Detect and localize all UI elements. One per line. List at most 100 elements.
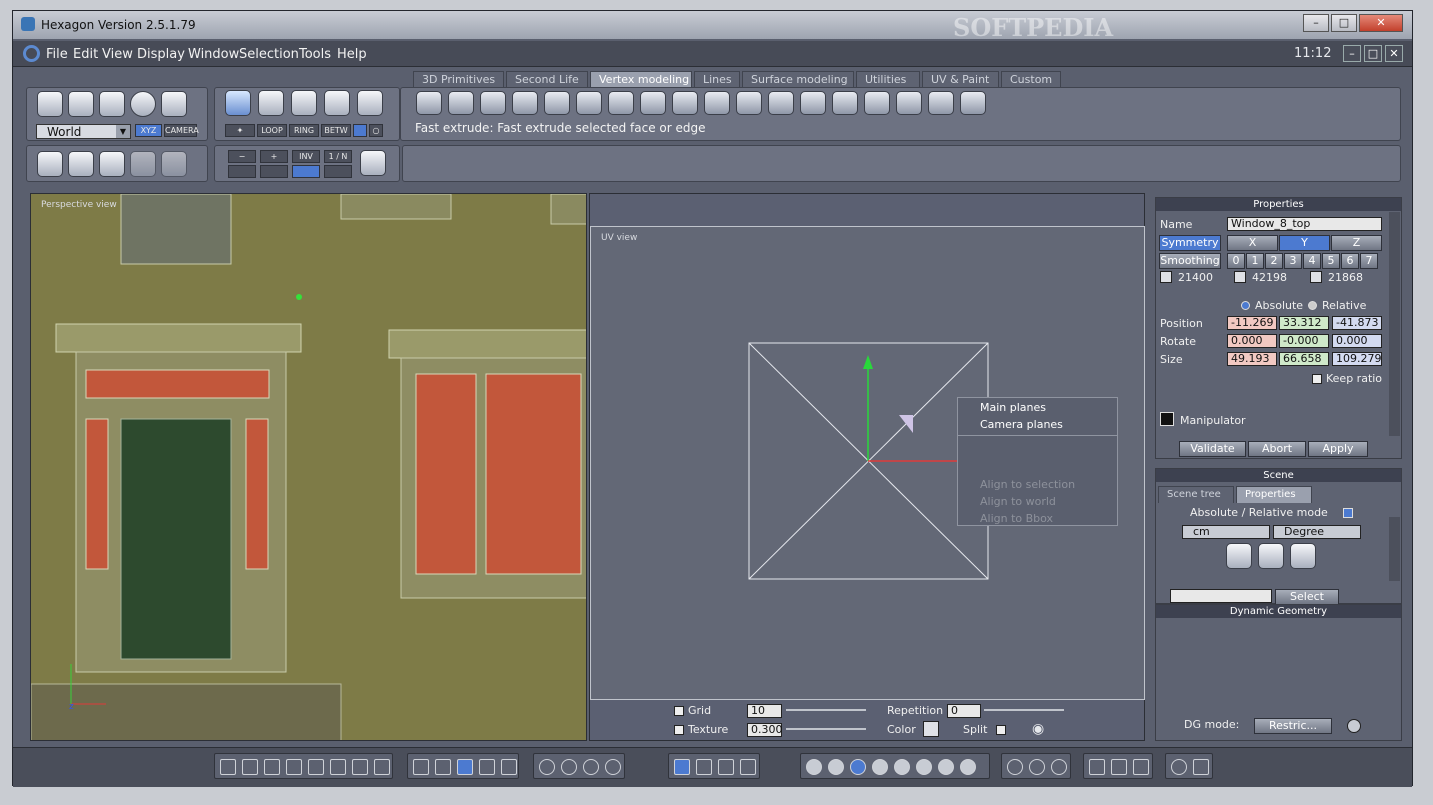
rotate-z-field[interactable]: 0.000 bbox=[1332, 334, 1382, 348]
smooth-level-6[interactable]: 6 bbox=[1341, 253, 1359, 269]
one-of-n-button[interactable]: 1 / N bbox=[324, 150, 352, 163]
ghost-select-icon[interactable] bbox=[161, 91, 187, 117]
xyz-button[interactable]: XYZ bbox=[135, 124, 162, 137]
ground-icon[interactable] bbox=[1029, 759, 1045, 775]
close-button[interactable]: ✕ bbox=[1359, 14, 1403, 32]
grid-display-icon[interactable] bbox=[501, 759, 517, 775]
position-x-field[interactable]: -11.269 bbox=[1227, 316, 1277, 330]
symmetry-button[interactable]: Symmetry bbox=[1159, 235, 1221, 251]
position-y-field[interactable]: 33.312 bbox=[1279, 316, 1329, 330]
vertex-tool-icon[interactable] bbox=[480, 91, 506, 115]
abort-button[interactable]: Abort bbox=[1248, 441, 1306, 457]
smooth-level-7[interactable]: 7 bbox=[1360, 253, 1378, 269]
navigation-icon[interactable] bbox=[561, 759, 577, 775]
layout-icon[interactable] bbox=[374, 759, 390, 775]
menu-selection[interactable]: Selection bbox=[239, 47, 299, 62]
camera-button[interactable]: CAMERA bbox=[164, 124, 199, 137]
dg-mode-dropdown[interactable]: Restric... bbox=[1254, 718, 1332, 734]
select-rect-button[interactable] bbox=[353, 124, 367, 137]
tab-custom[interactable]: Custom bbox=[1001, 71, 1061, 88]
layout-icon[interactable] bbox=[330, 759, 346, 775]
uv-head-icon[interactable] bbox=[904, 197, 930, 223]
textured-plane-icon[interactable] bbox=[99, 151, 125, 177]
uv-unwrap-icon[interactable] bbox=[808, 197, 834, 223]
tab-vertex-modeling[interactable]: Vertex modeling bbox=[590, 71, 692, 88]
vertex-tool-icon[interactable] bbox=[960, 91, 986, 115]
rotate-x-field[interactable]: 0.000 bbox=[1227, 334, 1277, 348]
select-arrow-icon[interactable] bbox=[37, 91, 63, 117]
grid-checkbox[interactable] bbox=[674, 706, 684, 716]
snapshot-icon[interactable] bbox=[1171, 759, 1187, 775]
unit-dropdown[interactable]: cm bbox=[1182, 525, 1270, 539]
menu-view[interactable]: View bbox=[102, 47, 133, 62]
name-field[interactable]: Window_8_top bbox=[1227, 217, 1382, 231]
ctx-ghost-icon[interactable] bbox=[1087, 444, 1109, 466]
ctx-select-arrow-icon[interactable] bbox=[963, 444, 985, 466]
vertex-tool-icon[interactable] bbox=[416, 91, 442, 115]
grid-value-field[interactable]: 10 bbox=[747, 704, 782, 718]
layout-icon[interactable] bbox=[352, 759, 368, 775]
tab-second-life[interactable]: Second Life bbox=[506, 71, 588, 88]
vertex-tool-icon[interactable] bbox=[864, 91, 890, 115]
select-circle-button[interactable]: ○ bbox=[369, 124, 383, 137]
vertex-tool-icon[interactable] bbox=[768, 91, 794, 115]
grid-display-icon[interactable] bbox=[479, 759, 495, 775]
maximize-button[interactable]: □ bbox=[1331, 14, 1357, 32]
layout-icon[interactable] bbox=[308, 759, 324, 775]
smooth-level-4[interactable]: 4 bbox=[1303, 253, 1321, 269]
smooth-level-3[interactable]: 3 bbox=[1284, 253, 1302, 269]
render-icon[interactable] bbox=[1089, 759, 1105, 775]
smooth-plane-icon[interactable] bbox=[68, 151, 94, 177]
navigation-icon[interactable] bbox=[605, 759, 621, 775]
smooth-level-0[interactable]: 0 bbox=[1227, 253, 1245, 269]
ctx-paint-icon[interactable] bbox=[1025, 444, 1047, 466]
mini-close-button[interactable]: ✕ bbox=[1385, 45, 1403, 62]
layout-icon[interactable] bbox=[242, 759, 258, 775]
vertex-tool-icon[interactable] bbox=[544, 91, 570, 115]
menu-help[interactable]: Help bbox=[337, 47, 367, 62]
paint-select-icon[interactable] bbox=[99, 91, 125, 117]
split-checkbox[interactable] bbox=[996, 725, 1006, 735]
menu-camera-planes[interactable]: Camera planes bbox=[980, 418, 1063, 431]
wireframe-plane-icon[interactable] bbox=[37, 151, 63, 177]
position-z-field[interactable]: -41.873 bbox=[1332, 316, 1382, 330]
ctx-lasso-icon[interactable] bbox=[994, 444, 1016, 466]
color-swatch[interactable] bbox=[923, 721, 939, 737]
vertex-tool-icon[interactable] bbox=[448, 91, 474, 115]
loop-button[interactable]: LOOP bbox=[257, 124, 287, 137]
vertex-tool-icon[interactable] bbox=[832, 91, 858, 115]
texture-slider[interactable] bbox=[786, 728, 866, 730]
repetition-slider[interactable] bbox=[984, 709, 1064, 711]
grid-display-icon[interactable] bbox=[435, 759, 451, 775]
ground-icon[interactable] bbox=[1007, 759, 1023, 775]
render-icon[interactable] bbox=[1111, 759, 1127, 775]
tab-utilities[interactable]: Utilities bbox=[856, 71, 920, 88]
sel-mode-b-icon[interactable] bbox=[260, 165, 288, 178]
scene-plane-c-icon[interactable] bbox=[1290, 543, 1316, 569]
mini-maximize-button[interactable]: □ bbox=[1364, 45, 1382, 62]
magic-wand-icon[interactable] bbox=[360, 150, 386, 176]
properties-scrollbar[interactable] bbox=[1389, 212, 1400, 436]
tab-uv-paint[interactable]: UV & Paint bbox=[922, 71, 999, 88]
object-mode-icon[interactable] bbox=[225, 90, 251, 116]
grid-display-icon[interactable] bbox=[413, 759, 429, 775]
vertex-tool-icon[interactable] bbox=[896, 91, 922, 115]
vertex-tool-icon[interactable] bbox=[800, 91, 826, 115]
vertex-tool-icon[interactable] bbox=[576, 91, 602, 115]
tab-surface-modeling[interactable]: Surface modeling bbox=[742, 71, 854, 88]
shading-icon[interactable] bbox=[916, 759, 932, 775]
size-x-field[interactable]: 49.193 bbox=[1227, 352, 1277, 366]
sel-mode-a-icon[interactable] bbox=[228, 165, 256, 178]
menu-tools[interactable]: Tools bbox=[299, 47, 331, 62]
select-button[interactable]: Select bbox=[1275, 589, 1339, 605]
menu-main-planes[interactable]: Main planes bbox=[980, 401, 1046, 414]
shading-icon[interactable] bbox=[828, 759, 844, 775]
vertex-tool-icon[interactable] bbox=[672, 91, 698, 115]
mode-checkbox[interactable] bbox=[1343, 508, 1353, 518]
all-mode-icon[interactable] bbox=[357, 90, 383, 116]
tab-scene-properties[interactable]: Properties bbox=[1236, 486, 1312, 503]
size-z-field[interactable]: 109.279 bbox=[1332, 352, 1382, 366]
rotate-y-field[interactable]: -0.000 bbox=[1279, 334, 1329, 348]
apply-button[interactable]: Apply bbox=[1308, 441, 1368, 457]
shading-icon[interactable] bbox=[894, 759, 910, 775]
